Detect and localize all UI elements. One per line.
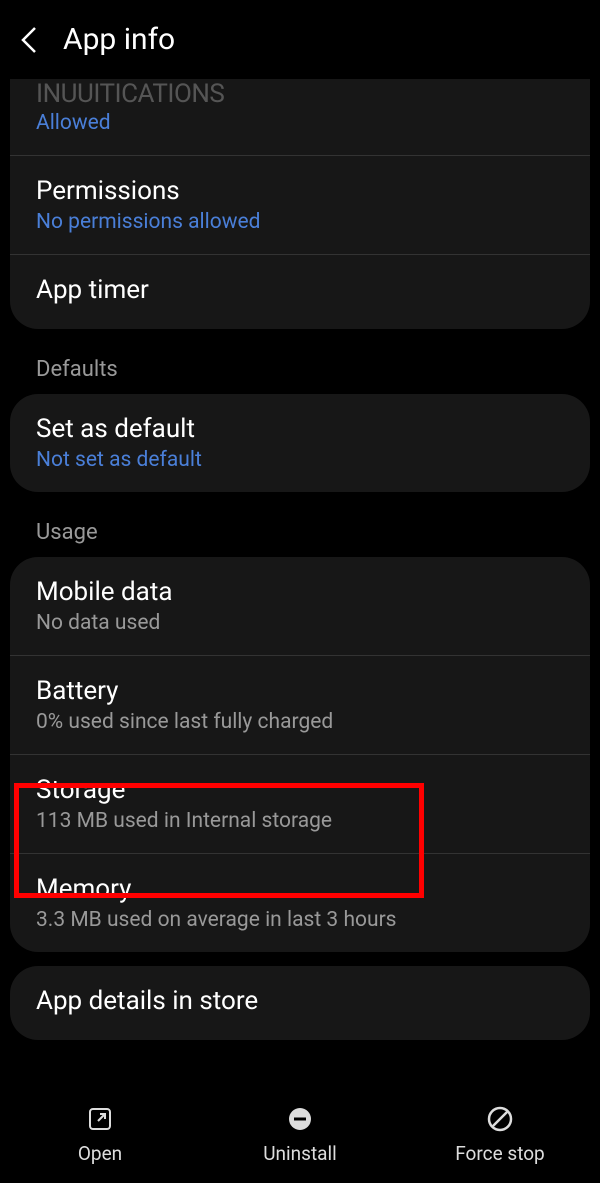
bottom-bar: Open Uninstall Force stop bbox=[0, 1090, 600, 1183]
memory-title: Memory bbox=[36, 874, 564, 904]
set-default-title: Set as default bbox=[36, 414, 564, 444]
mobile-data-item[interactable]: Mobile data No data used bbox=[10, 557, 590, 656]
defaults-header: Defaults bbox=[10, 343, 590, 394]
battery-item[interactable]: Battery 0% used since last fully charged bbox=[10, 656, 590, 755]
battery-subtitle: 0% used since last fully charged bbox=[36, 710, 564, 734]
battery-title: Battery bbox=[36, 676, 564, 706]
open-button[interactable]: Open bbox=[0, 1104, 200, 1165]
memory-item[interactable]: Memory 3.3 MB used on average in last 3 … bbox=[10, 854, 590, 952]
set-default-subtitle: Not set as default bbox=[36, 448, 564, 472]
storage-title: Storage bbox=[36, 775, 564, 805]
usage-header: Usage bbox=[10, 506, 590, 557]
uninstall-icon bbox=[285, 1104, 315, 1134]
app-timer-title: App timer bbox=[36, 275, 564, 305]
open-icon bbox=[85, 1104, 115, 1134]
notifications-item[interactable]: INUUITICATIONS Allowed bbox=[10, 79, 590, 156]
card-usage: Mobile data No data used Battery 0% used… bbox=[10, 557, 590, 952]
mobile-data-title: Mobile data bbox=[36, 577, 564, 607]
permissions-title: Permissions bbox=[36, 176, 564, 206]
uninstall-button[interactable]: Uninstall bbox=[200, 1104, 400, 1165]
force-stop-icon bbox=[485, 1104, 515, 1134]
force-stop-button[interactable]: Force stop bbox=[400, 1104, 600, 1165]
mobile-data-subtitle: No data used bbox=[36, 611, 564, 635]
notifications-title-truncated: INUUITICATIONS bbox=[36, 79, 564, 109]
page-title: App info bbox=[63, 22, 175, 57]
memory-subtitle: 3.3 MB used on average in last 3 hours bbox=[36, 908, 564, 932]
storage-item[interactable]: Storage 113 MB used in Internal storage bbox=[10, 755, 590, 854]
back-icon[interactable] bbox=[20, 25, 38, 55]
set-default-item[interactable]: Set as default Not set as default bbox=[10, 394, 590, 492]
card-details: App details in store bbox=[10, 966, 590, 1040]
permissions-subtitle: No permissions allowed bbox=[36, 210, 564, 234]
app-details-item[interactable]: App details in store bbox=[10, 966, 590, 1040]
card-top: INUUITICATIONS Allowed Permissions No pe… bbox=[10, 79, 590, 329]
permissions-item[interactable]: Permissions No permissions allowed bbox=[10, 156, 590, 255]
app-timer-item[interactable]: App timer bbox=[10, 255, 590, 329]
app-details-title: App details in store bbox=[36, 986, 564, 1016]
open-label: Open bbox=[78, 1142, 122, 1165]
storage-subtitle: 113 MB used in Internal storage bbox=[36, 809, 564, 833]
force-stop-label: Force stop bbox=[455, 1142, 544, 1165]
uninstall-label: Uninstall bbox=[263, 1142, 337, 1165]
card-defaults: Set as default Not set as default bbox=[10, 394, 590, 492]
notifications-subtitle: Allowed bbox=[36, 111, 564, 135]
